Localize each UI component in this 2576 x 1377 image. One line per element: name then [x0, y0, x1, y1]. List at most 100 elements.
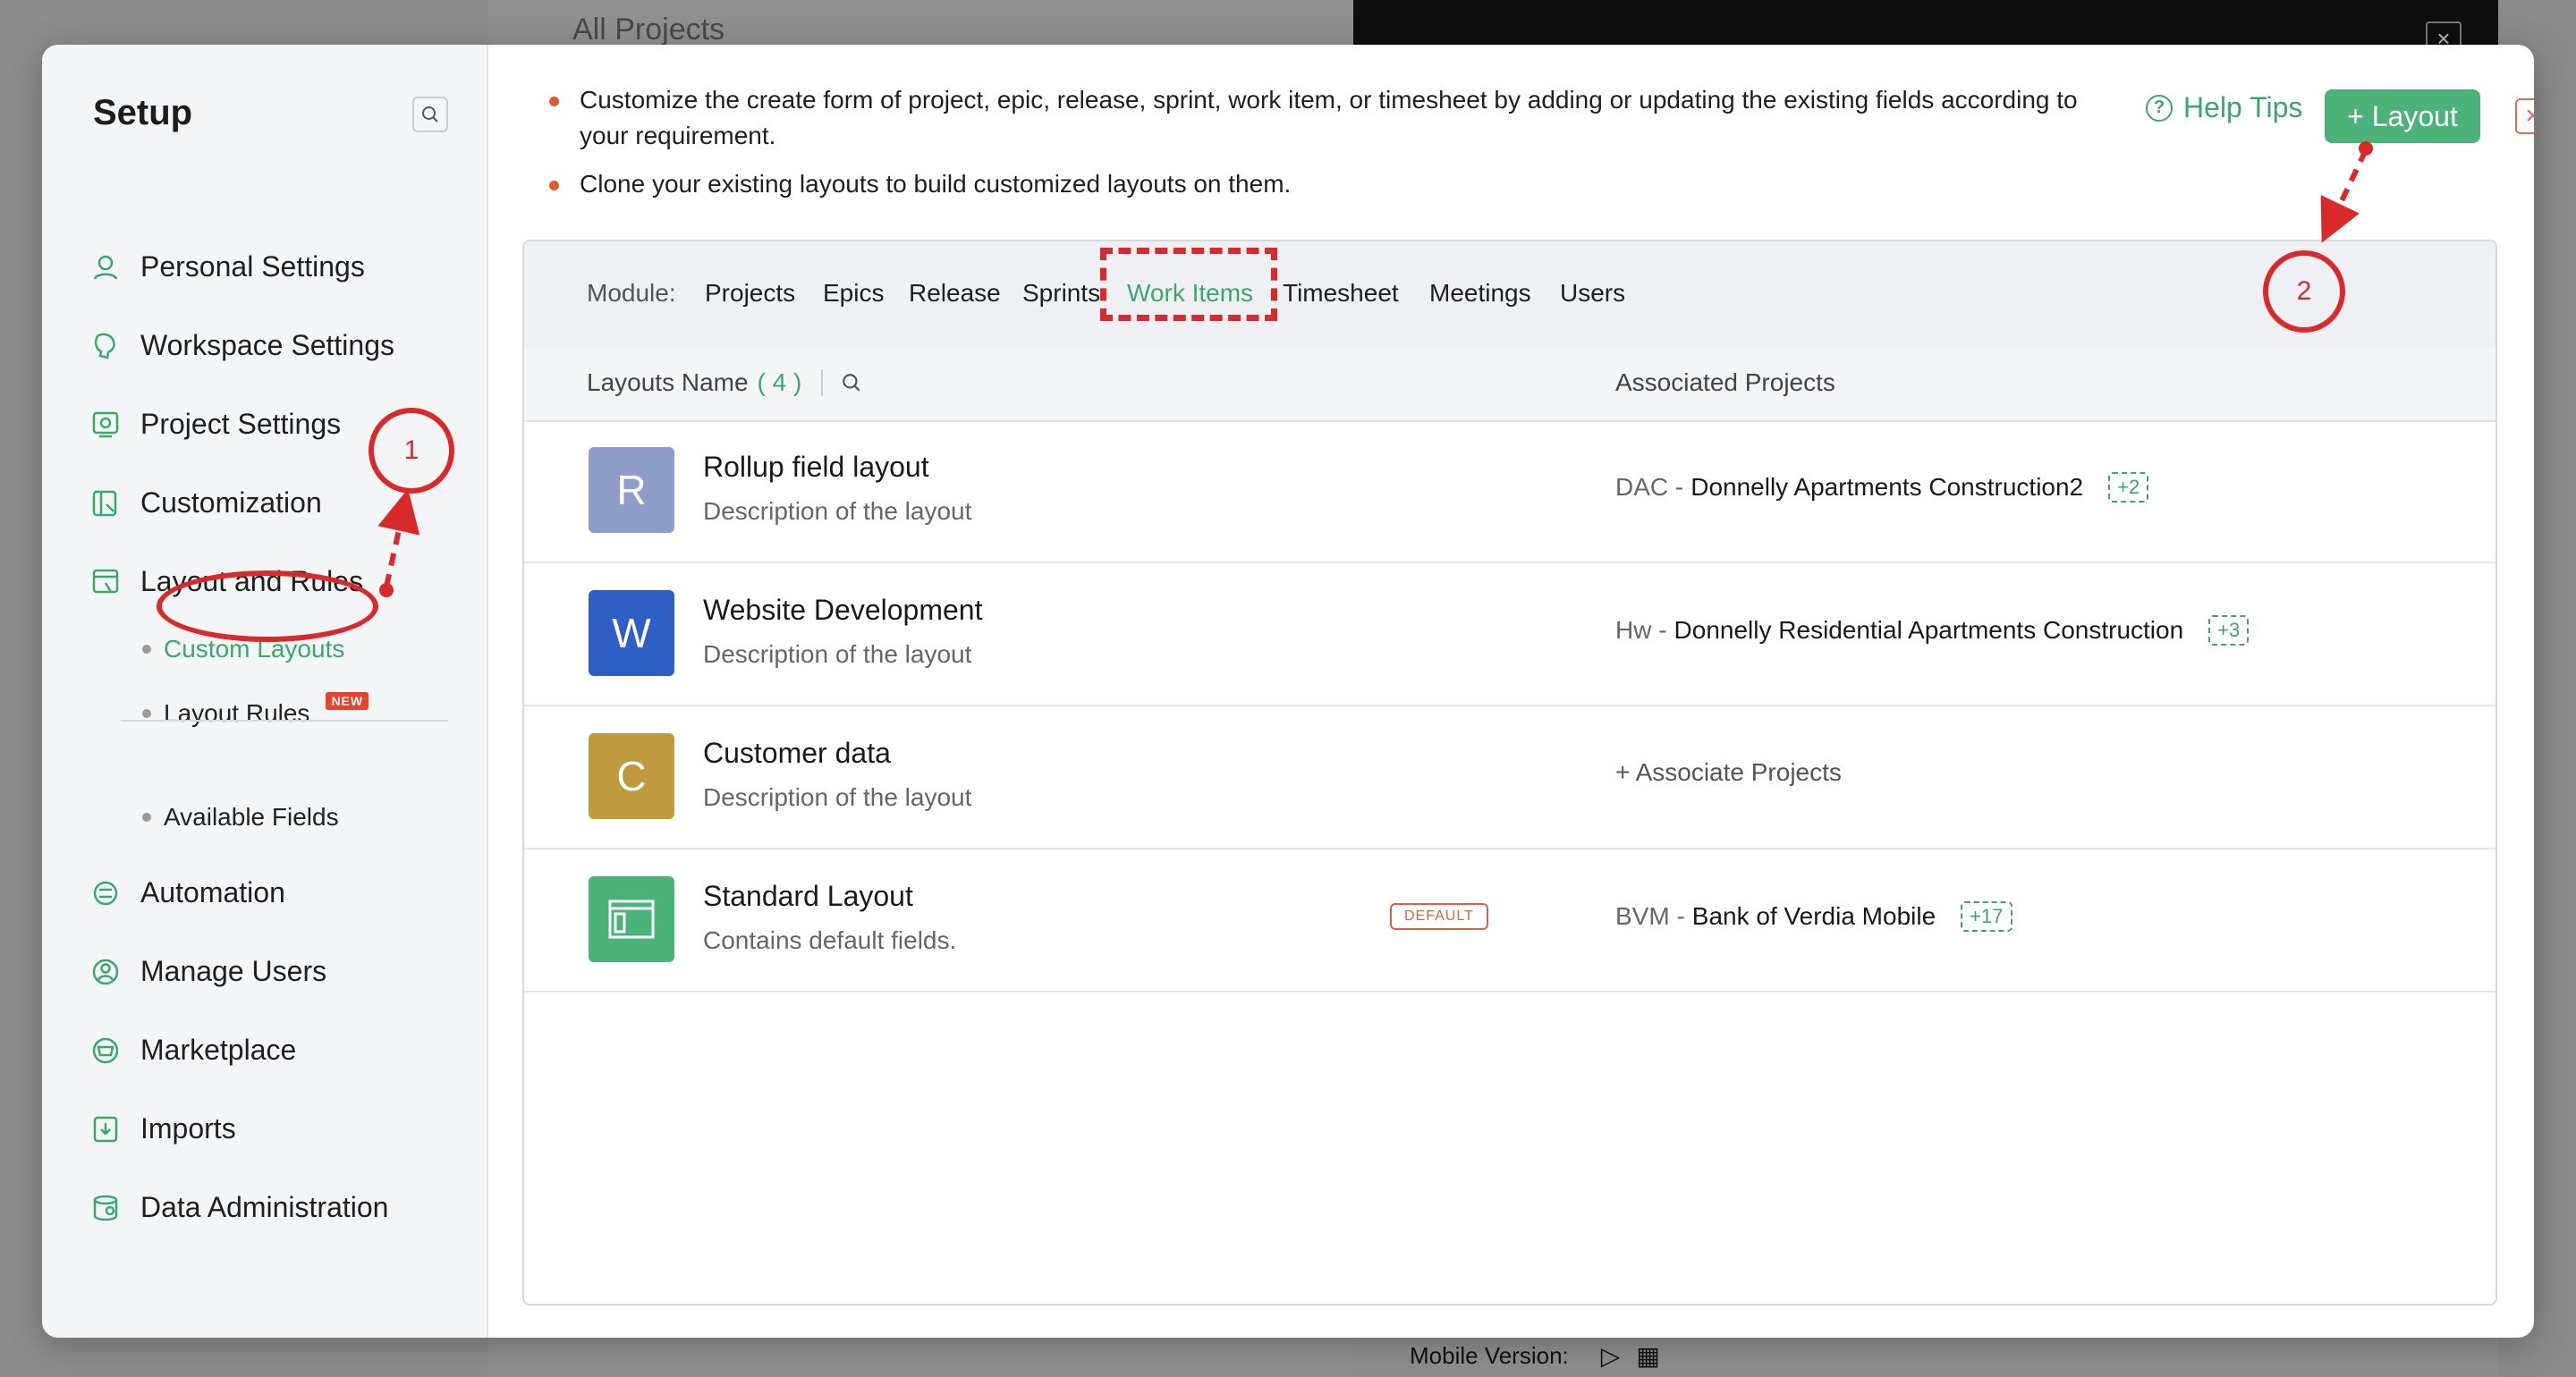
info-bullet: Clone your existing layouts to build cus… — [549, 166, 2082, 202]
tab-timesheet[interactable]: Timesheet — [1283, 279, 1399, 308]
bullet-dot — [142, 645, 151, 654]
associated-project: Hw - Donnelly Residential Apartments Con… — [1615, 615, 2250, 646]
setup-modal: Setup Personal Settings Workspace Settin… — [42, 45, 2534, 1338]
layout-title[interactable]: Standard Layout — [703, 880, 913, 913]
layouts-count: ( 4 ) — [757, 368, 802, 396]
module-label: Module: — [587, 279, 676, 307]
imports-icon — [93, 1116, 118, 1142]
sidebar-item-label: Marketplace — [140, 1034, 297, 1066]
table-row[interactable]: W Website Development Description of the… — [524, 563, 2496, 706]
sidebar-item-customization[interactable]: Customization — [90, 486, 322, 520]
automation-icon — [93, 881, 118, 905]
sidebar-item-label: Personal Settings — [140, 250, 365, 283]
layout-title[interactable]: Website Development — [703, 594, 982, 627]
annotation-highlight-custom-layouts — [157, 570, 378, 642]
setup-title: Setup — [93, 93, 193, 132]
column-header-associated-projects: Associated Projects — [1615, 368, 1835, 396]
column-header-layouts-name: Layouts Name ( 4 ) — [587, 368, 862, 397]
project-name[interactable]: Donnelly Apartments Construction2 — [1690, 473, 2083, 502]
bullet-dot — [142, 813, 151, 822]
header-separator — [821, 369, 824, 396]
sidebar-subitem-layout-rules[interactable]: Layout Rules NEW — [142, 692, 369, 728]
layout-description: Contains default fields. — [703, 926, 957, 954]
tab-epics[interactable]: Epics — [823, 279, 884, 308]
add-layout-button[interactable]: + Layout — [2325, 89, 2480, 143]
column-label: Layouts Name — [587, 368, 749, 396]
layout-avatar: C — [589, 733, 674, 819]
tab-users[interactable]: Users — [1560, 279, 1625, 308]
mobile-version-label: Mobile Version: — [1410, 1342, 1569, 1369]
help-tips-label: Help Tips — [2183, 91, 2303, 123]
sidebar-item-label: Data Administration — [140, 1191, 389, 1223]
tab-release[interactable]: Release — [909, 279, 1001, 308]
mobile-version-bar: Mobile Version: ▷ ▦ — [1410, 1341, 1660, 1371]
table-row[interactable]: Standard Layout Contains default fields.… — [524, 849, 2496, 993]
sidebar-item-label: Workspace Settings — [140, 329, 394, 361]
sidebar-item-label: Automation — [140, 876, 285, 908]
search-icon[interactable] — [841, 372, 862, 393]
annotation-step-2: 2 — [2263, 250, 2345, 333]
qr-code-icon: ▦ — [1636, 1342, 1660, 1370]
new-badge: NEW — [326, 692, 369, 710]
more-projects-badge[interactable]: +2 — [2108, 472, 2149, 503]
layout-rules-icon — [92, 569, 119, 593]
layout-panel-icon — [608, 900, 655, 939]
associated-project: BVM - Bank of Verdia Mobile +17 — [1615, 901, 2012, 932]
project-settings-icon — [92, 411, 119, 437]
annotation-step-1: 1 — [369, 408, 454, 494]
tab-projects[interactable]: Projects — [705, 279, 795, 308]
more-projects-badge[interactable]: +3 — [2208, 615, 2250, 646]
help-tips-link[interactable]: ? Help Tips — [2146, 91, 2302, 124]
sidebar-item-label: Imports — [140, 1112, 236, 1145]
main-content: Customize the create form of project, ep… — [487, 45, 2534, 1338]
associate-projects-link[interactable]: + Associate Projects — [1615, 758, 1842, 787]
layout-title[interactable]: Rollup field layout — [703, 451, 929, 484]
project-code: DAC - — [1615, 473, 1684, 501]
layout-avatar: W — [589, 590, 674, 676]
associated-project: DAC - Donnelly Apartments Construction2 … — [1615, 472, 2149, 503]
setup-sidebar: Setup Personal Settings Workspace Settin… — [42, 45, 488, 1338]
sidebar-item-marketplace[interactable]: Marketplace — [90, 1034, 296, 1067]
play-store-icon: ▷ — [1600, 1342, 1621, 1370]
manage-users-icon — [92, 959, 119, 984]
data-administration-icon — [93, 1195, 118, 1221]
customization-icon — [92, 490, 117, 516]
project-code: BVM - — [1615, 902, 1685, 930]
tab-meetings[interactable]: Meetings — [1429, 279, 1531, 308]
sidebar-item-workspace-settings[interactable]: Workspace Settings — [90, 329, 394, 362]
info-bullet: Customize the create form of project, ep… — [549, 82, 2082, 154]
table-row[interactable]: C Customer data Description of the layou… — [524, 706, 2496, 849]
sidebar-divider — [121, 720, 448, 722]
close-icon[interactable]: × — [2515, 98, 2534, 134]
annotation-highlight-work-items — [1100, 248, 1277, 321]
layout-avatar: R — [589, 447, 674, 533]
layout-description: Description of the layout — [703, 497, 972, 525]
sidebar-subitem-label: Layout Rules — [164, 699, 310, 727]
project-name[interactable]: Donnelly Residential Apartments Construc… — [1674, 616, 2184, 645]
help-icon: ? — [2146, 94, 2173, 122]
table-header: Layouts Name ( 4 ) Associated Projects — [524, 347, 2496, 422]
sidebar-item-label: Manage Users — [140, 955, 327, 987]
sidebar-item-data-administration[interactable]: Data Administration — [90, 1191, 388, 1224]
layout-avatar — [589, 876, 674, 962]
sidebar-item-manage-users[interactable]: Manage Users — [90, 955, 326, 988]
more-projects-badge[interactable]: +17 — [1961, 901, 2012, 932]
layouts-panel: Module: Projects Epics Release Sprints W… — [522, 240, 2497, 1305]
layout-title[interactable]: Customer data — [703, 737, 891, 770]
project-name[interactable]: Bank of Verdia Mobile — [1692, 902, 1936, 931]
sidebar-subitem-available-fields[interactable]: Available Fields — [142, 803, 339, 832]
sidebar-item-personal-settings[interactable]: Personal Settings — [90, 250, 365, 283]
sidebar-item-automation[interactable]: Automation — [90, 876, 285, 909]
table-row[interactable]: R Rollup field layout Description of the… — [524, 420, 2496, 563]
personal-settings-icon — [93, 255, 118, 280]
default-badge: DEFAULT — [1390, 903, 1488, 930]
sidebar-search-button[interactable] — [412, 97, 448, 132]
sidebar-item-imports[interactable]: Imports — [90, 1112, 236, 1145]
sidebar-item-label: Project Settings — [140, 408, 342, 440]
module-tabs: Module: Projects Epics Release Sprints W… — [524, 241, 2496, 349]
sidebar-subitem-label: Available Fields — [164, 803, 339, 831]
layout-description: Description of the layout — [703, 783, 972, 811]
sidebar-item-project-settings[interactable]: Project Settings — [90, 408, 341, 441]
tab-sprints[interactable]: Sprints — [1022, 279, 1100, 308]
marketplace-icon — [92, 1037, 119, 1063]
